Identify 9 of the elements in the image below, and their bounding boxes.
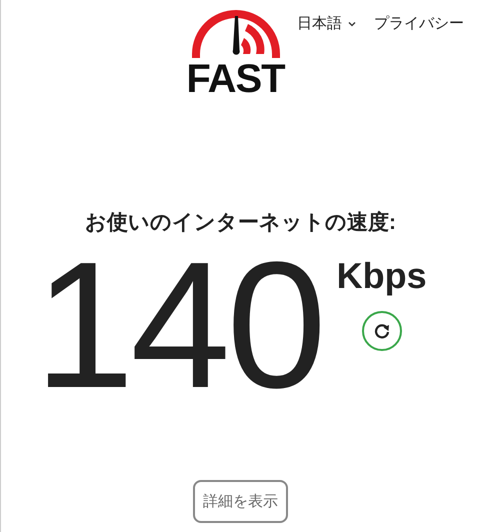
speed-unit: Kbps: [336, 256, 427, 296]
logo-text: FAST: [186, 60, 285, 98]
language-dropdown[interactable]: 日本語: [297, 14, 356, 33]
caret-icon: [348, 20, 356, 26]
refresh-button[interactable]: [362, 311, 402, 351]
privacy-link[interactable]: プライバシー: [374, 14, 464, 33]
speed-heading: お使いのインターネットの速度:: [84, 210, 397, 236]
speed-value: 140: [34, 236, 323, 416]
show-details-button[interactable]: 詳細を表示: [193, 480, 288, 523]
